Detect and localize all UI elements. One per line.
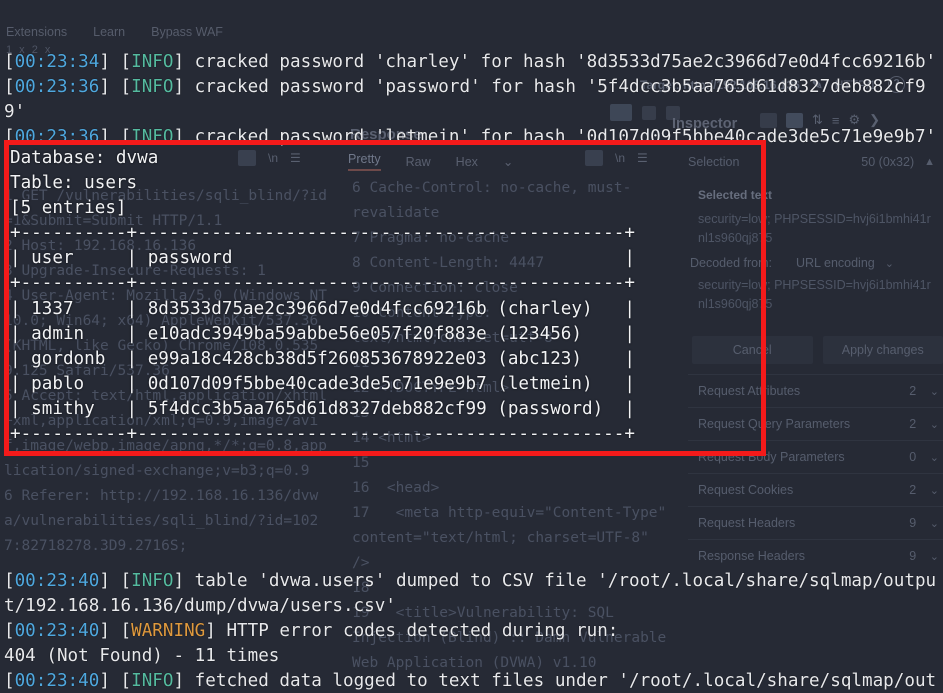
inspector-selected-text-value[interactable]: security=low; PHPSESSID=hvj6i1bmhi41rnl1…	[688, 210, 943, 248]
inspector-selected-text-label: Selected text	[698, 188, 773, 202]
response-menu-icon[interactable]: ☰	[637, 151, 648, 165]
request-menu-icon[interactable]: ☰	[290, 151, 301, 165]
inspector-decoded-value: security=low; PHPSESSID=hvj6i1bmhi41rnl1…	[698, 278, 931, 311]
section-label: Response Headers	[698, 549, 806, 563]
chevron-down-icon[interactable]: ⌄	[930, 484, 939, 497]
inspector-selection-row[interactable]: Selection 50 (0x32) ▲	[688, 150, 943, 174]
section-label: Request Query Parameters	[698, 417, 851, 431]
chevron-down-icon[interactable]: ⌄	[930, 385, 939, 398]
layout-split-icon[interactable]	[610, 104, 632, 121]
inspector-selection-label: Selection	[688, 155, 740, 169]
response-panel-toolbar[interactable]: \n ☰	[585, 150, 648, 166]
pencil-icon[interactable]: ✎	[812, 77, 823, 93]
chevron-down-icon[interactable]: ⌄	[930, 517, 939, 530]
chevron-down-icon[interactable]: ⌄	[930, 451, 939, 464]
inspector-dock-right-icon[interactable]	[786, 112, 803, 128]
inspector-panel: Selection 50 (0x32) ▲ Selected text secu…	[688, 150, 943, 572]
tab-raw[interactable]: Raw	[406, 155, 431, 169]
collapse-icon[interactable]: ≡	[832, 113, 840, 128]
decoded-from-value[interactable]: URL encoding	[796, 256, 875, 270]
burp-target-bar: Target: http://192.168.16.136 ✎ HTTP/1 ?	[640, 76, 906, 93]
section-label: Request Attributes	[698, 384, 801, 398]
burp-layout-toolbar[interactable]	[610, 104, 680, 121]
section-label: Request Cookies	[698, 483, 794, 497]
response-panel-title: Response	[350, 126, 422, 143]
inspector-section-request-cookies[interactable]: Request Cookies 2 ⌄	[688, 473, 943, 506]
tab-pretty[interactable]: Pretty	[348, 152, 381, 171]
section-count: 2	[909, 384, 917, 398]
inspector-action-buttons: Cancel Apply changes	[688, 336, 943, 364]
inspector-section-request-query-parameters[interactable]: Request Query Parameters 2 ⌄	[688, 407, 943, 440]
burp-tab-extensions[interactable]: Extensions	[6, 25, 67, 39]
inspector-sections: Request Attributes 2 ⌄ Request Query Par…	[688, 374, 943, 572]
layout-horizontal-icon[interactable]	[642, 105, 656, 120]
burp-response-text: 6 Cache-Control: no-cache, must-revalida…	[352, 180, 667, 671]
inspector-dock-left-icon[interactable]	[760, 112, 777, 128]
chevron-down-icon[interactable]: ⌄	[930, 418, 939, 431]
inspector-title: Inspector	[672, 116, 738, 132]
section-count: 2	[909, 483, 917, 497]
request-wrap-icon[interactable]	[238, 150, 256, 166]
chevron-down-icon[interactable]: ⌄	[503, 154, 513, 169]
burp-tab-bypass-waf[interactable]: Bypass WAF	[151, 25, 223, 39]
section-label: Request Body Parameters	[698, 450, 845, 464]
burp-target-label: Target: http://192.168.16.136	[640, 77, 800, 92]
inspector-section-request-headers[interactable]: Request Headers 9 ⌄	[688, 506, 943, 539]
gear-icon[interactable]: ⚙	[849, 112, 861, 128]
response-newline-icon[interactable]: \n	[615, 151, 625, 165]
chevron-down-icon[interactable]: ⌄	[885, 257, 894, 270]
chevron-up-icon[interactable]: ▲	[924, 156, 935, 168]
inspector-selection-count: 50 (0x32)	[861, 155, 915, 169]
response-view-tabs[interactable]: Pretty Raw Hex ⌄	[348, 152, 513, 171]
burp-suite-background: Extensions Learn Bypass WAF 1 x 2 x Targ…	[0, 0, 943, 693]
chevron-down-icon[interactable]: ⌄	[930, 550, 939, 563]
cancel-button[interactable]: Cancel	[692, 336, 813, 364]
screenshot-root: Extensions Learn Bypass WAF 1 x 2 x Targ…	[0, 0, 943, 693]
request-newline-icon[interactable]: \n	[268, 151, 278, 165]
request-panel-toolbar[interactable]: \n ☰	[238, 150, 301, 166]
decoded-from-label: Decoded from:	[690, 256, 772, 270]
burp-protocol-label: HTTP/1	[834, 77, 877, 92]
tab-hex[interactable]: Hex	[456, 155, 478, 169]
inspector-section-request-body-parameters[interactable]: Request Body Parameters 0 ⌄	[688, 440, 943, 473]
burp-top-tabs[interactable]: Extensions Learn Bypass WAF	[0, 22, 943, 42]
response-wrap-icon[interactable]	[585, 150, 603, 166]
section-count: 9	[909, 549, 917, 563]
inspector-decoded-from-row[interactable]: Decoded from: URL encoding ⌄	[688, 248, 943, 276]
help-icon[interactable]: ?	[888, 76, 906, 93]
burp-small-counter-row: 1 x 2 x	[6, 44, 53, 56]
inspector-section-response-headers[interactable]: Response Headers 9 ⌄	[688, 539, 943, 572]
inspector-toolbar[interactable]: ⇅ ≡ ⚙ ❯	[760, 112, 880, 128]
burp-request-text: 1 GET /vulnerabilities/sqli_blind/?id=1&…	[4, 188, 328, 554]
expand-vertical-icon[interactable]: ⇅	[812, 112, 823, 128]
chevron-right-icon[interactable]: ❯	[869, 112, 880, 128]
section-count: 2	[909, 417, 917, 431]
section-label: Request Headers	[698, 516, 796, 530]
section-count: 9	[909, 516, 917, 530]
inspector-section-request-attributes[interactable]: Request Attributes 2 ⌄	[688, 374, 943, 407]
burp-tab-learn[interactable]: Learn	[93, 25, 125, 39]
apply-changes-button[interactable]: Apply changes	[822, 336, 943, 364]
section-count: 0	[909, 450, 917, 464]
